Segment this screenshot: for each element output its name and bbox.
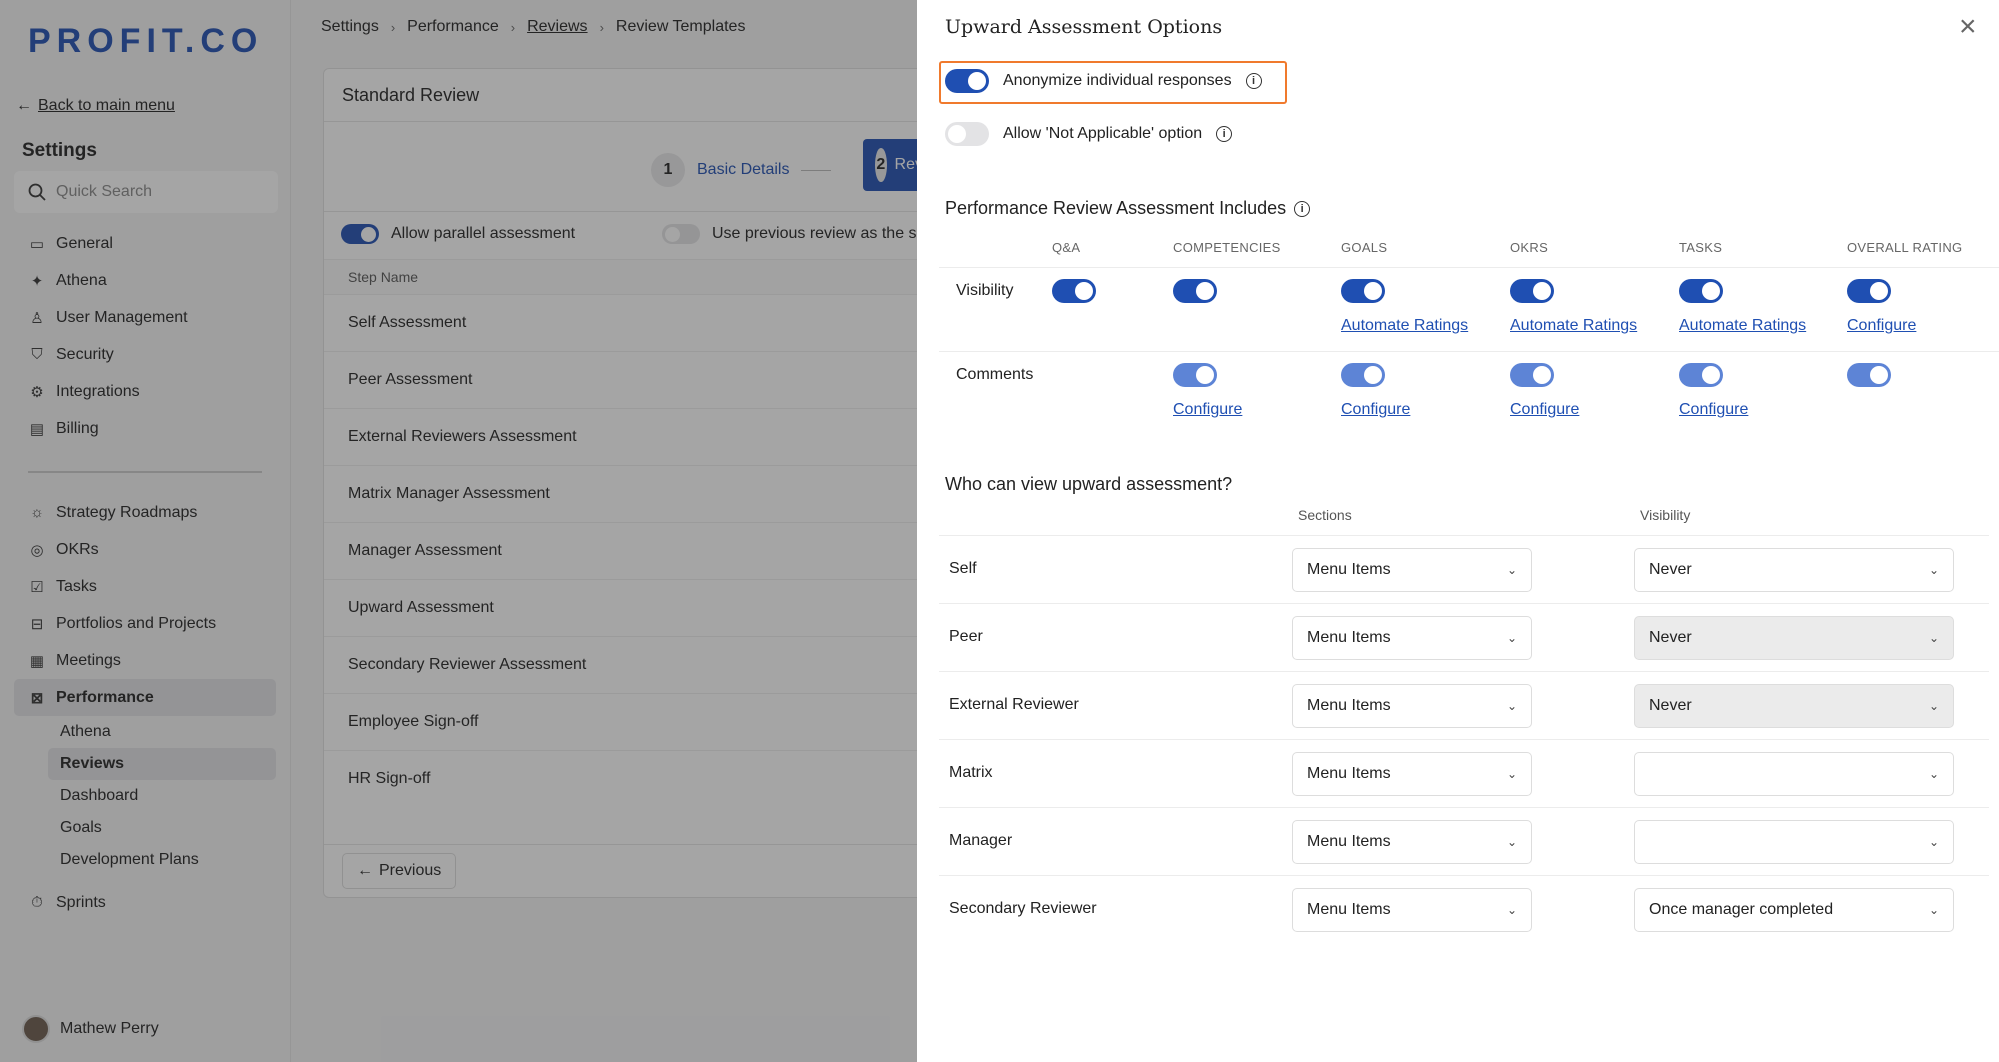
col-header-qa: Q&A: [1052, 240, 1081, 255]
anonymize-toggle[interactable]: [945, 69, 989, 93]
visibility-competencies-toggle[interactable]: [1173, 279, 1217, 303]
chevron-down-icon: ⌄: [1928, 699, 1939, 713]
comments-goals-cell: Configure: [1341, 363, 1410, 419]
visibility-tasks-toggle[interactable]: [1679, 279, 1723, 303]
comments-overall-rating-cell: [1847, 363, 1891, 387]
chevron-down-icon: ⌄: [1506, 835, 1517, 849]
matrix-visibility-select[interactable]: ⌄: [1634, 752, 1954, 796]
comments-tasks-cell: Configure: [1679, 363, 1748, 419]
comments-competencies-cell: Configure: [1173, 363, 1242, 419]
chevron-down-icon: ⌄: [1506, 903, 1517, 917]
col-header-competencies: COMPETENCIES: [1173, 240, 1281, 255]
chevron-down-icon: ⌄: [1928, 835, 1939, 849]
visibility-overall-rating-toggle[interactable]: [1847, 279, 1891, 303]
not-applicable-toggle[interactable]: [945, 122, 989, 146]
matrix-sections-select[interactable]: Menu Items ⌄: [1292, 752, 1532, 796]
competencies-configure-link[interactable]: Configure: [1173, 401, 1242, 419]
visibility-okrs-toggle[interactable]: [1510, 279, 1554, 303]
upward-assessment-options-drawer: Upward Assessment Options × Anonymize in…: [917, 0, 1999, 1062]
info-icon[interactable]: i: [1245, 73, 1262, 89]
viewer-row-peer: Peer Menu Items ⌄ Never ⌄: [939, 603, 1989, 671]
visibility-goals-toggle[interactable]: [1341, 279, 1385, 303]
divider: [939, 267, 1999, 268]
comments-okrs-toggle[interactable]: [1510, 363, 1554, 387]
external-reviewer-sections-select[interactable]: Menu Items ⌄: [1292, 684, 1532, 728]
info-icon[interactable]: i: [1294, 200, 1311, 217]
not-applicable-option: Allow 'Not Applicable' option i: [945, 122, 1233, 146]
modal-backdrop[interactable]: [0, 0, 917, 1062]
visibility-okrs-cell: Automate Ratings: [1510, 279, 1637, 335]
comments-tasks-toggle[interactable]: [1679, 363, 1723, 387]
viewer-row-manager: Manager Menu Items ⌄ ⌄: [939, 807, 1989, 875]
visibility-tasks-cell: Automate Ratings: [1679, 279, 1806, 335]
chevron-down-icon: ⌄: [1928, 563, 1939, 577]
visibility-qa-toggle[interactable]: [1052, 279, 1096, 303]
anonymize-option: Anonymize individual responses i: [945, 69, 1262, 93]
chevron-down-icon: ⌄: [1506, 631, 1517, 645]
goals-automate-ratings-link[interactable]: Automate Ratings: [1341, 317, 1468, 335]
self-sections-select[interactable]: Menu Items ⌄: [1292, 548, 1532, 592]
info-icon[interactable]: i: [1216, 126, 1233, 142]
peer-sections-select[interactable]: Menu Items ⌄: [1292, 616, 1532, 660]
close-icon[interactable]: ×: [1959, 12, 1977, 42]
comments-overall-rating-toggle[interactable]: [1847, 363, 1891, 387]
secondary-reviewer-visibility-select[interactable]: Once manager completed ⌄: [1634, 888, 1954, 932]
overall-rating-configure-link[interactable]: Configure: [1847, 317, 1916, 335]
viewer-row-self: Self Menu Items ⌄ Never ⌄: [939, 535, 1989, 603]
chevron-down-icon: ⌄: [1506, 563, 1517, 577]
okrs-automate-ratings-link[interactable]: Automate Ratings: [1510, 317, 1637, 335]
includes-section-title: Performance Review Assessment Includes i: [945, 198, 1311, 219]
visibility-column-header: Visibility: [1640, 507, 1691, 523]
comments-goals-toggle[interactable]: [1341, 363, 1385, 387]
tasks-configure-link[interactable]: Configure: [1679, 401, 1748, 419]
chevron-down-icon: ⌄: [1928, 631, 1939, 645]
viewer-row-matrix: Matrix Menu Items ⌄ ⌄: [939, 739, 1989, 807]
visibility-goals-cell: Automate Ratings: [1341, 279, 1468, 335]
tasks-automate-ratings-link[interactable]: Automate Ratings: [1679, 317, 1806, 335]
col-header-okrs: OKRS: [1510, 240, 1549, 255]
secondary-reviewer-sections-select[interactable]: Menu Items ⌄: [1292, 888, 1532, 932]
comments-row-label: Comments: [956, 366, 1034, 383]
divider: [939, 351, 1999, 352]
visibility-competencies-cell: [1173, 279, 1217, 303]
self-visibility-select[interactable]: Never ⌄: [1634, 548, 1954, 592]
chevron-down-icon: ⌄: [1928, 903, 1939, 917]
visibility-qa-cell: [1052, 279, 1096, 303]
manager-visibility-select[interactable]: ⌄: [1634, 820, 1954, 864]
comments-okrs-cell: Configure: [1510, 363, 1579, 419]
visibility-overall-rating-cell: Configure: [1847, 279, 1916, 335]
okrs-configure-link[interactable]: Configure: [1510, 401, 1579, 419]
viewer-row-external-reviewer: External Reviewer Menu Items ⌄ Never ⌄: [939, 671, 1989, 739]
chevron-down-icon: ⌄: [1506, 767, 1517, 781]
chevron-down-icon: ⌄: [1928, 767, 1939, 781]
sections-column-header: Sections: [1298, 507, 1352, 523]
manager-sections-select[interactable]: Menu Items ⌄: [1292, 820, 1532, 864]
goals-configure-link[interactable]: Configure: [1341, 401, 1410, 419]
drawer-title: Upward Assessment Options: [945, 16, 1223, 38]
chevron-down-icon: ⌄: [1506, 699, 1517, 713]
col-header-overall-rating: OVERALL RATING: [1847, 240, 1963, 255]
viewer-row-secondary-reviewer: Secondary Reviewer Menu Items ⌄ Once mana…: [939, 875, 1989, 943]
who-can-view-title: Who can view upward assessment?: [945, 474, 1233, 494]
visibility-row-label: Visibility: [956, 282, 1014, 299]
peer-visibility-select[interactable]: Never ⌄: [1634, 616, 1954, 660]
external-reviewer-visibility-select[interactable]: Never ⌄: [1634, 684, 1954, 728]
comments-competencies-toggle[interactable]: [1173, 363, 1217, 387]
col-header-tasks: TASKS: [1679, 240, 1723, 255]
col-header-goals: GOALS: [1341, 240, 1388, 255]
